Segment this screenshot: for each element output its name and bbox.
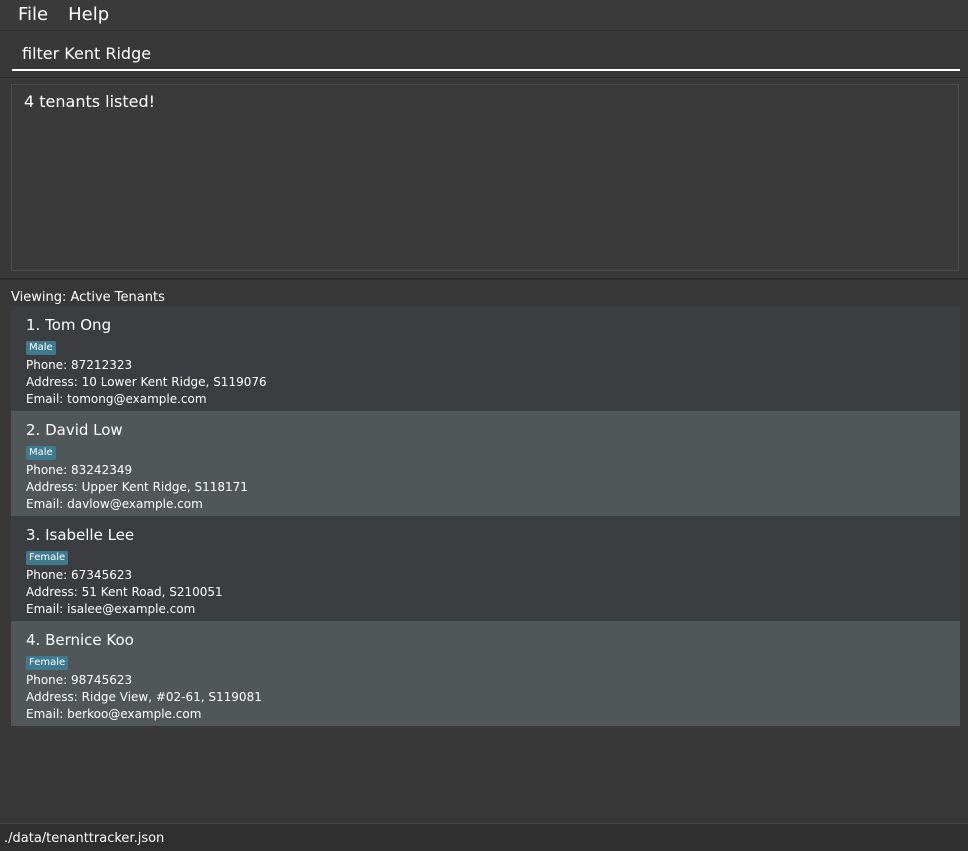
tenant-name: 1. Tom Ong [26, 316, 112, 334]
gender-tag: Male [26, 341, 56, 355]
menu-help[interactable]: Help [58, 0, 119, 30]
result-message: 4 tenants listed! [24, 92, 156, 111]
tenant-email: Email: isalee@example.com [26, 602, 196, 616]
tenant-name: 2. David Low [26, 421, 123, 439]
tenant-name: 3. Isabelle Lee [26, 526, 135, 544]
result-text-area[interactable]: 4 tenants listed! [11, 84, 959, 271]
gender-tag: Male [26, 446, 56, 460]
tenant-address: Address: Ridge View, #02-61, S119081 [26, 690, 262, 704]
tenant-card[interactable]: 1. Tom Ong Male Phone: 87212323 Address:… [11, 306, 960, 411]
tenant-phone: Phone: 83242349 [26, 463, 133, 477]
tenant-list-panel: Viewing: Active Tenants 1. Tom Ong Male … [0, 281, 968, 823]
tenant-email: Email: berkoo@example.com [26, 707, 202, 721]
app-window: File Help 4 tenants listed! Viewing: Act… [0, 0, 968, 851]
menu-bar: File Help [0, 0, 968, 31]
tenant-phone: Phone: 67345623 [26, 568, 133, 582]
tenant-address: Address: Upper Kent Ridge, S118171 [26, 480, 248, 494]
status-bar: ./data/tenanttracker.json [0, 823, 968, 851]
tenant-card[interactable]: 3. Isabelle Lee Female Phone: 67345623 A… [11, 516, 960, 621]
gender-tag: Female [26, 551, 69, 565]
command-box [0, 31, 968, 78]
gender-tag: Female [26, 656, 69, 670]
result-display: 4 tenants listed! [0, 78, 968, 280]
tenant-card[interactable]: 2. David Low Male Phone: 83242349 Addres… [11, 411, 960, 516]
tenant-email: Email: tomong@example.com [26, 392, 207, 406]
tenant-card[interactable]: 4. Bernice Koo Female Phone: 98745623 Ad… [11, 621, 960, 726]
tenant-address: Address: 51 Kent Road, S210051 [26, 585, 223, 599]
viewing-label: Viewing: Active Tenants [11, 290, 165, 305]
menu-file[interactable]: File [8, 0, 58, 30]
tenant-email: Email: davlow@example.com [26, 497, 203, 511]
data-file-path: ./data/tenanttracker.json [4, 831, 165, 846]
tenant-phone: Phone: 98745623 [26, 673, 133, 687]
tenant-phone: Phone: 87212323 [26, 358, 133, 372]
tenant-list[interactable]: 1. Tom Ong Male Phone: 87212323 Address:… [11, 306, 960, 726]
tenant-address: Address: 10 Lower Kent Ridge, S119076 [26, 375, 267, 389]
command-input[interactable] [12, 37, 960, 71]
tenant-name: 4. Bernice Koo [26, 631, 134, 649]
